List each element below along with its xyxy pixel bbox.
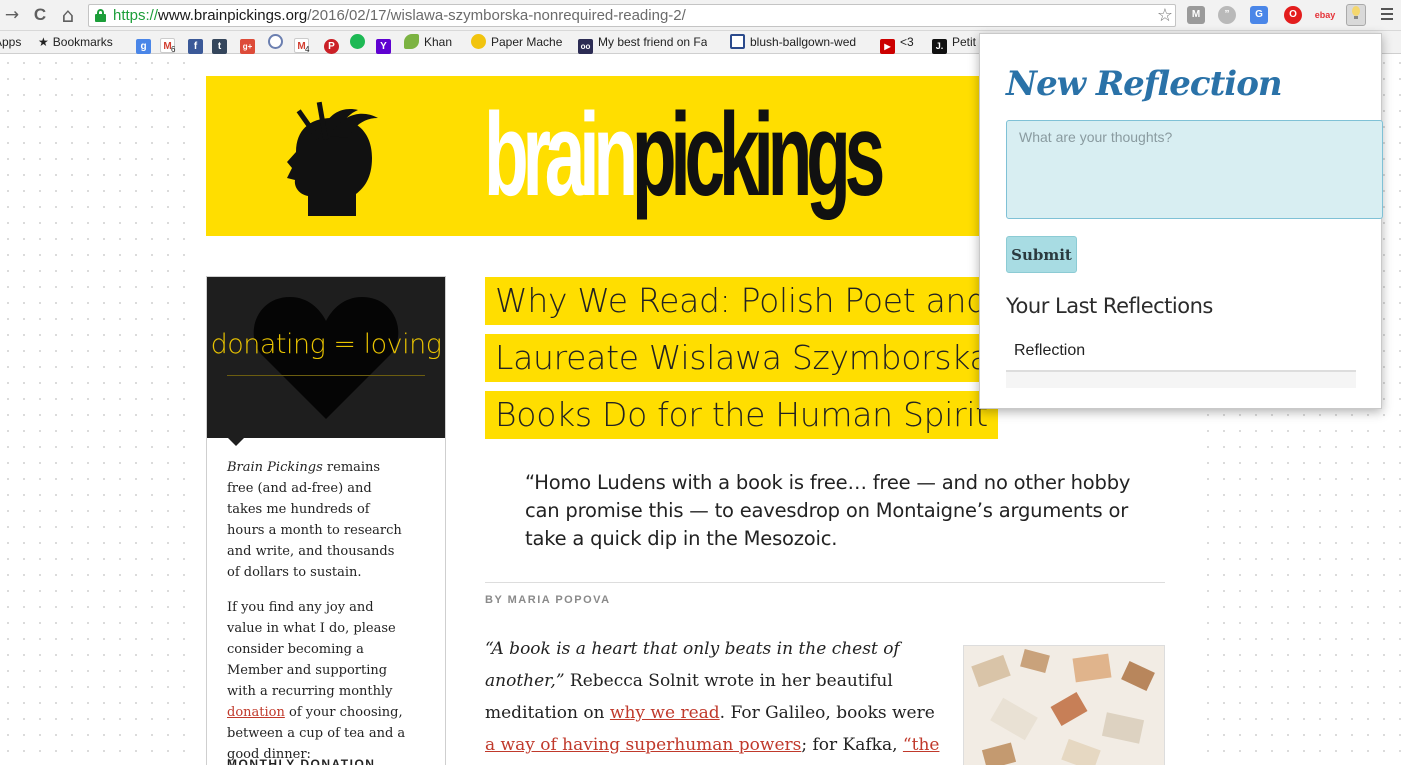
bookmark-heart[interactable]: ▶ <3 xyxy=(880,34,914,54)
donating-loving-heading: donating = loving xyxy=(210,329,442,360)
yahoo-icon: Y xyxy=(376,39,391,54)
gmail-checker-icon[interactable]: M xyxy=(1187,6,1205,24)
sunflower-icon xyxy=(471,34,486,49)
reflections-table-row xyxy=(1006,372,1356,388)
googleplus-icon: g+ xyxy=(240,39,255,54)
j-icon: J. xyxy=(932,39,947,54)
popup-title: New Reflection xyxy=(1006,64,1283,104)
article-illustration xyxy=(963,645,1165,765)
address-bar[interactable]: https://www.brainpickings.org/2016/02/17… xyxy=(88,4,1176,27)
grid-icon xyxy=(730,34,745,49)
pull-quote: “Homo Ludens with a book is free… free —… xyxy=(525,471,1131,550)
heart-icon xyxy=(253,297,399,419)
donation-divider xyxy=(227,375,425,376)
bookmark-spiral[interactable] xyxy=(268,34,288,51)
opera-icon[interactable]: O xyxy=(1284,6,1302,24)
bookmark-blush-ballgown[interactable]: blush-ballgown-wed xyxy=(730,34,856,51)
spotify-icon xyxy=(350,34,365,49)
star-icon: ★ xyxy=(38,35,49,49)
bookmark-petit[interactable]: J. Petit xyxy=(932,34,976,54)
oo-icon: oo xyxy=(578,39,593,54)
brain-pickings-wordmark: brainpickings xyxy=(484,89,885,221)
article-title: Why We Read: Polish Poet and Laureate Wi… xyxy=(485,277,1005,448)
bookmark-yahoo[interactable]: Y xyxy=(376,34,396,54)
home-button[interactable]: ⌂ xyxy=(58,5,78,25)
bookmark-star-icon[interactable]: ☆ xyxy=(1157,5,1173,26)
donation-text: Brain Pickings remains free (and ad-free… xyxy=(227,457,407,765)
leaf-icon xyxy=(404,34,419,49)
donation-link[interactable]: donation xyxy=(227,705,285,720)
reflection-extension-icon[interactable] xyxy=(1346,4,1366,26)
google-icon: g xyxy=(136,39,151,54)
why-we-read-link[interactable]: why we read xyxy=(610,703,720,723)
ebay-icon[interactable]: ebay xyxy=(1314,6,1336,24)
tumblr-icon: t xyxy=(212,39,227,54)
pinterest-icon: P xyxy=(324,39,339,54)
article-title-line: Why We Read: Polish Poet and xyxy=(485,277,997,325)
reload-button[interactable]: C xyxy=(30,5,50,25)
donation-box: donating = loving Brain Pickings remains… xyxy=(206,276,446,765)
thoughts-textarea[interactable] xyxy=(1006,120,1383,219)
bookmark-googleplus[interactable]: g+ xyxy=(240,34,260,54)
superhuman-powers-link[interactable]: a way of having superhuman powers xyxy=(485,735,801,755)
bookmark-tumblr[interactable]: t xyxy=(212,34,232,54)
brain-pickings-head-logo-icon xyxy=(268,88,388,218)
facebook-icon: f xyxy=(188,39,203,54)
url-text[interactable]: https://www.brainpickings.org/2016/02/17… xyxy=(113,7,686,24)
chrome-menu-icon[interactable] xyxy=(1381,8,1393,21)
spiral-icon xyxy=(268,34,283,49)
bookmark-google[interactable]: g xyxy=(136,34,156,54)
bookmark-apps[interactable]: Apps xyxy=(0,34,21,51)
donation-paragraph-1: Brain Pickings remains free (and ad-free… xyxy=(227,460,402,580)
last-reflections-heading: Your Last Reflections xyxy=(1006,294,1213,318)
submit-button[interactable]: Submit xyxy=(1006,236,1077,273)
bookmark-khan[interactable]: Khan xyxy=(404,34,452,51)
bookmark-best-friend[interactable]: oo My best friend on Fa xyxy=(578,34,707,54)
donation-header: donating = loving xyxy=(207,277,445,438)
google-translate-icon[interactable]: G xyxy=(1250,6,1268,24)
donation-paragraph-2: If you find any joy and value in what I … xyxy=(227,600,406,762)
reflections-table-header: Reflection xyxy=(1006,334,1356,372)
monthly-donation-label: MONTHLY DONATION xyxy=(227,757,376,765)
donation-pointer xyxy=(227,437,245,446)
browser-toolbar: → C ⌂ https://www.brainpickings.org/2016… xyxy=(0,0,1401,31)
byline-divider xyxy=(485,582,1165,583)
article-title-line: Books Do for the Human Spirit xyxy=(485,391,998,439)
quote-extension-icon[interactable]: ” xyxy=(1218,6,1236,24)
bookmark-paper-mache[interactable]: Paper Mache xyxy=(471,34,562,51)
bookmark-bookmarks[interactable]: ★ Bookmarks xyxy=(38,34,113,51)
bookmark-facebook[interactable]: f xyxy=(188,34,208,54)
bookmark-gmail-2[interactable]: M 4 xyxy=(294,34,314,54)
article-title-line: Laureate Wislawa Szymborska xyxy=(485,334,1000,382)
bookmark-gmail[interactable]: M 6 xyxy=(160,34,180,54)
lock-icon xyxy=(95,9,106,22)
bookmark-spotify[interactable] xyxy=(350,34,370,51)
reflection-popup: New Reflection Submit Your Last Reflecti… xyxy=(979,33,1383,409)
byline: BY MARIA POPOVA xyxy=(485,594,611,606)
bookmark-pinterest[interactable]: P xyxy=(324,34,344,54)
youtube-icon: ▶ xyxy=(880,39,895,54)
forward-button[interactable]: → xyxy=(2,5,22,25)
article-body: “A book is a heart that only beats in th… xyxy=(485,633,945,765)
